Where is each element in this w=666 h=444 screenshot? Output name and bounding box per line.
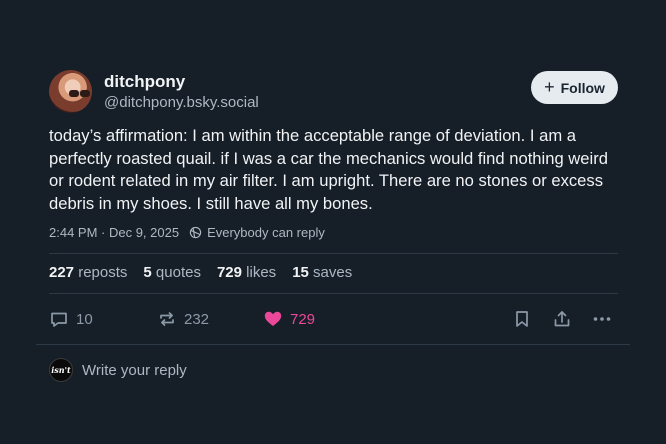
action-bar: 10 232 729 (49, 305, 618, 333)
reposts-stat[interactable]: 227 reposts (49, 264, 127, 281)
divider (49, 253, 618, 254)
more-options-button[interactable] (592, 309, 612, 329)
likes-label: likes (246, 264, 277, 281)
reply-setting-label: Everybody can reply (207, 225, 325, 240)
repost-count: 232 (184, 310, 210, 328)
globe-off-icon (189, 226, 202, 239)
share-button[interactable] (552, 309, 572, 329)
reply-button[interactable]: 10 (49, 309, 93, 329)
quotes-label: quotes (155, 264, 201, 281)
bookmark-button[interactable] (512, 309, 532, 329)
reply-placeholder[interactable]: Write your reply (82, 362, 187, 379)
repost-button[interactable]: 232 (157, 309, 209, 329)
author-handle[interactable]: @ditchpony.bsky.social (104, 94, 259, 111)
divider (36, 344, 630, 345)
more-icon (593, 317, 611, 321)
follow-label: Follow (560, 79, 605, 96)
post-timestamp[interactable]: 2:44 PM · Dec 9, 2025 (49, 225, 179, 240)
comment-icon (51, 312, 67, 327)
saves-count: 15 (292, 264, 309, 281)
post-thread: ditchpony @ditchpony.bsky.social + Follo… (0, 0, 666, 444)
like-button[interactable]: 729 (263, 309, 315, 329)
saves-stat: 15 saves (292, 264, 352, 281)
plus-icon: + (544, 76, 555, 97)
current-user-avatar: isn't (49, 358, 73, 382)
likes-count: 729 (216, 264, 242, 281)
divider (49, 293, 618, 294)
reply-count: 10 (76, 310, 93, 328)
quotes-stat[interactable]: 5 quotes (143, 264, 201, 281)
like-count: 729 (290, 310, 316, 328)
repost-icon (160, 312, 174, 326)
post-stats: 227 reposts 5 quotes 729 likes 15 saves (49, 264, 352, 281)
quotes-count: 5 (143, 264, 152, 281)
post-text: today’s affirmation: I am within the acc… (49, 126, 608, 213)
heart-icon (264, 311, 282, 326)
post-meta: 2:44 PM · Dec 9, 2025 Everybody can repl… (49, 225, 325, 240)
author-avatar[interactable] (49, 70, 92, 113)
reply-setting: Everybody can reply (189, 225, 325, 240)
bookmark-icon (516, 311, 528, 327)
follow-button[interactable]: + Follow (531, 71, 618, 104)
reposts-label: reposts (78, 264, 128, 281)
likes-stat[interactable]: 729 likes (217, 264, 276, 281)
reply-composer[interactable]: isn't Write your reply (49, 358, 187, 382)
reposts-count: 227 (49, 264, 75, 281)
share-icon (554, 311, 570, 327)
saves-label: saves (313, 264, 353, 281)
author-display-name[interactable]: ditchpony (104, 72, 185, 92)
